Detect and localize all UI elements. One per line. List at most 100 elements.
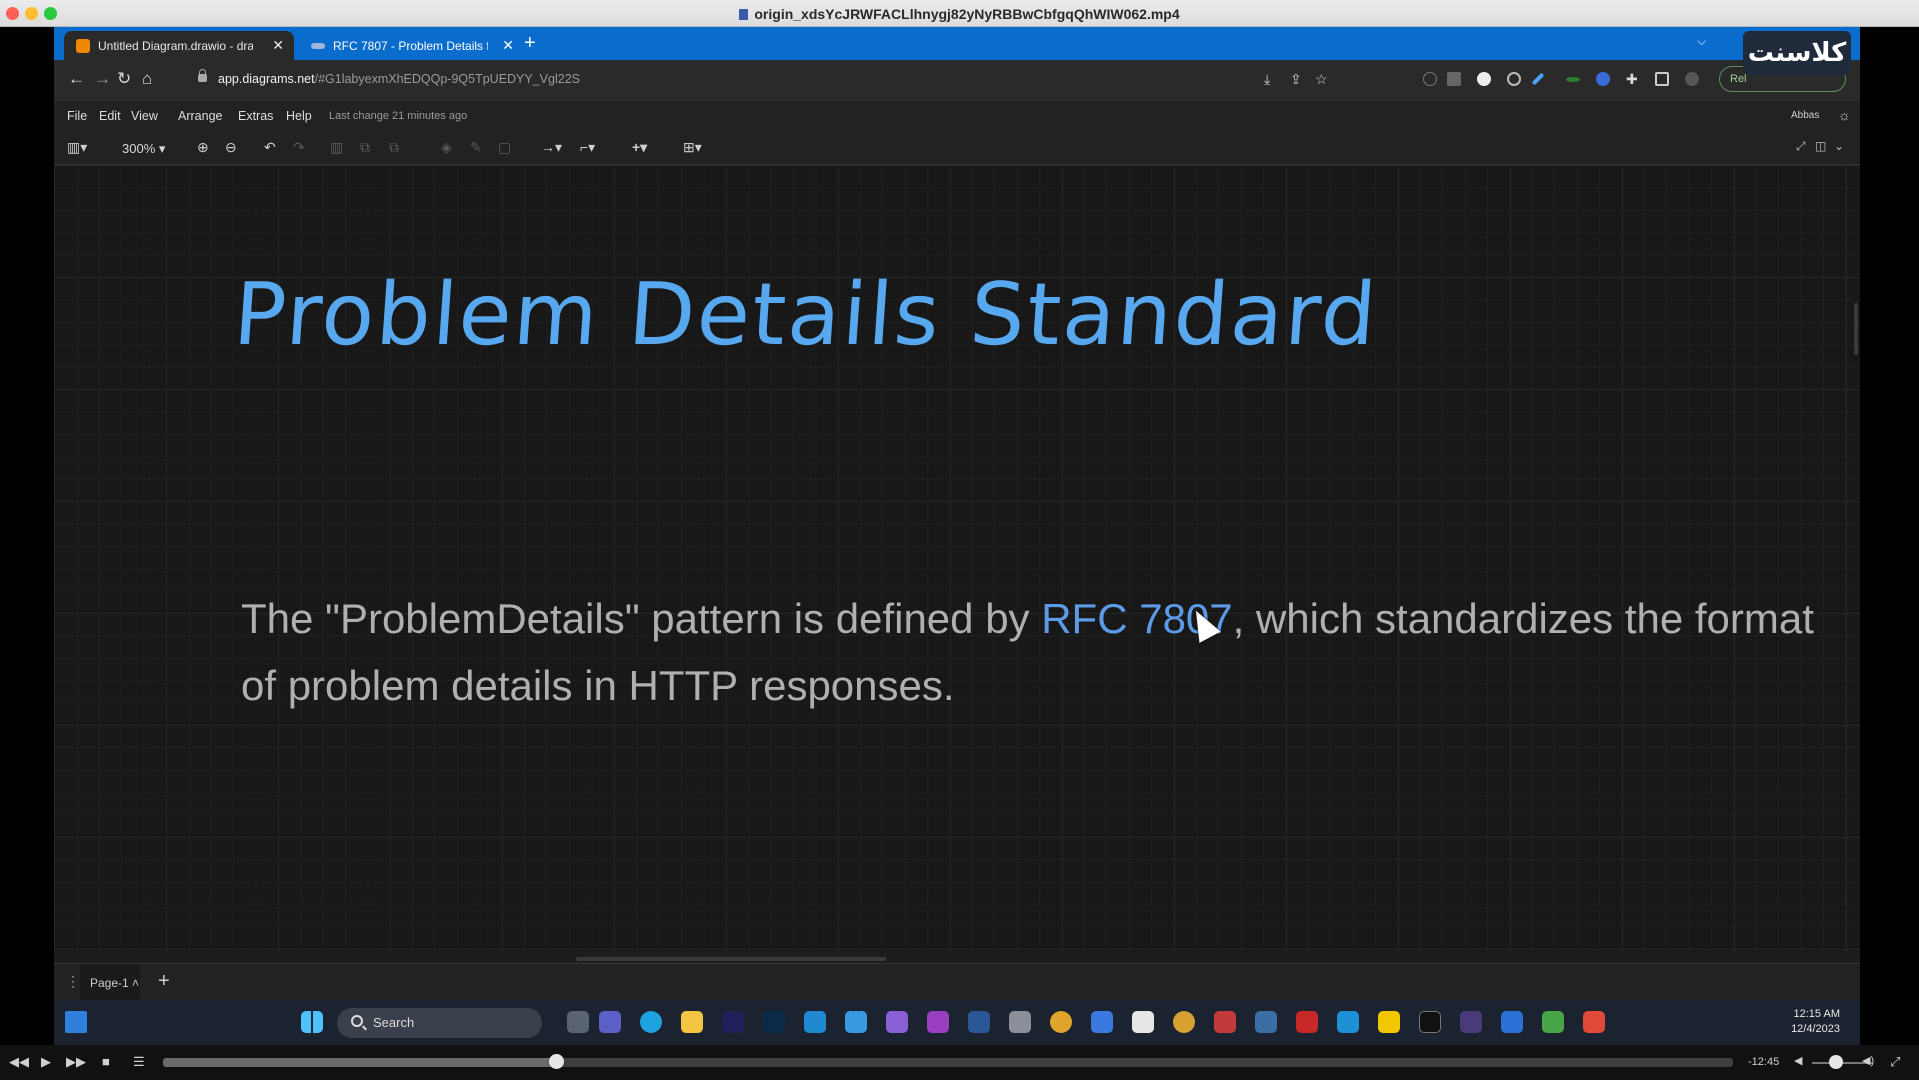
menu-arrange[interactable]: Arrange (178, 109, 222, 123)
snipping-tool-icon[interactable] (1214, 1011, 1236, 1033)
volume-high-icon[interactable]: ◀) (1862, 1054, 1874, 1067)
forward-arrow-icon[interactable]: → (94, 69, 111, 89)
pages-menu-icon[interactable]: ⋮ (66, 973, 80, 990)
rewind-icon[interactable]: ◀◀ (9, 1054, 29, 1070)
audition-icon[interactable] (722, 1011, 744, 1033)
menu-help[interactable]: Help (286, 109, 312, 123)
extension-new-icon[interactable] (1447, 72, 1461, 86)
chrome-active-icon[interactable] (1173, 1011, 1195, 1033)
horizontal-scrollbar[interactable] (576, 957, 886, 961)
fullscreen-icon[interactable]: ⤢ (1796, 139, 1806, 154)
teams-icon[interactable] (599, 1011, 621, 1033)
windows-start-icon[interactable] (301, 1011, 323, 1033)
to-front-icon[interactable]: ⧉ (360, 139, 370, 155)
shield-icon[interactable] (1296, 1011, 1318, 1033)
insert-plus-icon[interactable]: +▾ (632, 139, 647, 155)
volume-low-icon[interactable]: ◀ (1794, 1054, 1802, 1067)
task-view-icon[interactable] (567, 1011, 589, 1033)
user-menu[interactable]: Abbas (1791, 110, 1819, 121)
vertical-scrollbar[interactable] (1854, 303, 1858, 355)
system-clock[interactable]: 12:15 AM 12/4/2023 (1780, 1007, 1840, 1037)
side-panel-icon[interactable] (1655, 72, 1669, 86)
line-color-icon[interactable]: ✎ (470, 139, 482, 155)
close-tab-icon[interactable]: ✕ (502, 37, 514, 54)
stop-icon[interactable]: ■ (102, 1054, 110, 1069)
onenote-icon[interactable] (927, 1011, 949, 1033)
seek-knob[interactable] (548, 1054, 564, 1069)
sticky-notes-icon[interactable] (1378, 1011, 1400, 1033)
diagram-canvas[interactable]: Problem Details Standard The "ProblemDet… (54, 165, 1860, 952)
fast-forward-icon[interactable]: ▶▶ (66, 1054, 86, 1070)
address-bar[interactable]: app.diagrams.net/#G1labyexmXhEDQQp-9Q5Tp… (188, 66, 1368, 94)
fill-color-icon[interactable]: ◈ (441, 139, 452, 155)
last-change-status[interactable]: Last change 21 minutes ago (329, 110, 467, 122)
extension-bar-icon[interactable] (1566, 77, 1580, 82)
diagram-text-shape[interactable]: The "ProblemDetails" pattern is defined … (241, 585, 1841, 719)
zoom-select[interactable]: 300% ▾ (122, 141, 165, 157)
extension-circle-icon[interactable] (1477, 72, 1491, 86)
undo-icon[interactable]: ↶ (264, 139, 276, 155)
python-icon[interactable] (1255, 1011, 1277, 1033)
todo-icon[interactable] (1091, 1011, 1113, 1033)
database-icon[interactable] (1009, 1011, 1031, 1033)
zoom-out-icon[interactable]: ⊖ (225, 139, 237, 155)
vscode-icon[interactable] (804, 1011, 826, 1033)
redo-icon[interactable]: ↷ (293, 139, 305, 155)
edge-icon[interactable] (640, 1011, 662, 1033)
install-app-icon[interactable]: ⤓ (1264, 71, 1270, 88)
telegram-icon[interactable] (845, 1011, 867, 1033)
chrome-icon[interactable] (1050, 1011, 1072, 1033)
add-page-button[interactable]: + (158, 970, 170, 993)
tab-drawio[interactable]: Untitled Diagram.drawio - draw... ✕ (64, 31, 294, 60)
connection-style-icon[interactable]: →▾ (541, 139, 562, 155)
extension-blue-icon[interactable] (1596, 72, 1610, 86)
share-icon[interactable]: ⇪ (1290, 71, 1302, 88)
file-explorer-icon[interactable] (681, 1011, 703, 1033)
remote-desktop-icon[interactable] (1501, 1011, 1523, 1033)
taskbar-search-box[interactable]: Search (337, 1008, 542, 1038)
tab-rfc7807[interactable]: RFC 7807 - Problem Details for HTTP APIs… (299, 31, 524, 60)
extension-icon[interactable] (1423, 72, 1437, 86)
back-arrow-icon[interactable]: ← (68, 69, 85, 89)
delete-icon[interactable]: ▥ (330, 139, 343, 155)
extensions-puzzle-icon[interactable]: ✚ (1626, 69, 1638, 89)
play-icon[interactable]: ▶ (41, 1054, 51, 1070)
word-icon[interactable] (968, 1011, 990, 1033)
extension-target-icon[interactable] (1507, 72, 1521, 86)
volume-knob[interactable] (1829, 1055, 1843, 1069)
reload-icon[interactable]: ↻ (117, 69, 131, 89)
page-tab-1[interactable]: Page-1 ˄ (80, 964, 140, 1001)
app-icon[interactable] (1460, 1011, 1482, 1033)
table-icon[interactable]: ⊞▾ (683, 139, 702, 155)
camtasia-icon[interactable] (1542, 1011, 1564, 1033)
photoshop-icon[interactable] (763, 1011, 785, 1033)
menu-file[interactable]: File (67, 109, 87, 123)
visual-studio-icon[interactable] (886, 1011, 908, 1033)
close-tab-icon[interactable]: ✕ (272, 37, 284, 54)
format-panel-toggle-icon[interactable]: ▥▾ (67, 139, 87, 155)
fullscreen-toggle-icon[interactable]: ⤢ (1890, 1054, 1900, 1070)
widgets-icon[interactable] (65, 1011, 87, 1033)
extension-pen-icon[interactable] (1531, 72, 1545, 86)
to-back-icon[interactable]: ⧉ (389, 139, 399, 155)
bookmark-star-icon[interactable]: ☆ (1315, 71, 1328, 88)
terminal-icon[interactable] (1419, 1011, 1441, 1033)
new-tab-button[interactable]: + (524, 33, 536, 53)
theme-sun-icon[interactable]: ☼ (1838, 107, 1851, 123)
profile-avatar[interactable] (1685, 72, 1699, 86)
waypoints-icon[interactable]: ⌐▾ (580, 139, 595, 155)
diagram-title-shape[interactable]: Problem Details Standard (231, 265, 1382, 365)
format-panel-icon[interactable]: ◫ (1815, 139, 1826, 153)
zoom-in-icon[interactable]: ⊕ (197, 139, 209, 155)
skype-icon[interactable] (1337, 1011, 1359, 1033)
collapse-icon[interactable]: ⌄ (1834, 139, 1844, 153)
shadow-icon[interactable]: ▢ (498, 139, 511, 155)
recorder-icon[interactable] (1583, 1011, 1605, 1033)
menu-edit[interactable]: Edit (99, 109, 121, 123)
menu-extras[interactable]: Extras (238, 109, 273, 123)
home-icon[interactable]: ⌂ (142, 69, 152, 89)
seek-bar[interactable] (163, 1058, 1733, 1067)
tab-search-chevron-icon[interactable]: ⌵ (1697, 34, 1706, 49)
menu-view[interactable]: View (131, 109, 158, 123)
notion-icon[interactable] (1132, 1011, 1154, 1033)
